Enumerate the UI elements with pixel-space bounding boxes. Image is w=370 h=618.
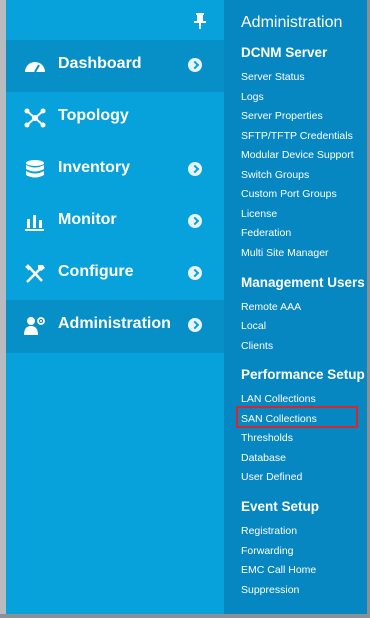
menu-item-emc-call-home[interactable]: EMC Call Home [241,564,316,576]
menu-item-server-status[interactable]: Server Status [241,71,305,83]
menu-item-thresholds[interactable]: Thresholds [241,432,293,444]
nav-item-monitor[interactable]: Monitor [6,196,224,248]
nav-header [6,0,224,40]
menu-item-suppression[interactable]: Suppression [241,584,299,596]
section-heading-management-users: Management Users [241,275,365,290]
menu-item-user-defined[interactable]: User Defined [241,471,302,483]
nav-item-label: Monitor [58,211,117,228]
menu-item-registration[interactable]: Registration [241,525,297,537]
menu-item-sftp-tftp-credentials[interactable]: SFTP/TFTP Credentials [241,130,353,142]
menu-item-local[interactable]: Local [241,320,266,332]
nav-item-label: Inventory [58,159,131,176]
administration-icon [24,317,45,335]
window-bottom-edge [0,614,370,618]
flyout-title: Administration [241,14,343,31]
nav-item-configure[interactable]: Configure [6,248,224,300]
inventory-icon [26,160,44,178]
menu-item-clients[interactable]: Clients [241,340,273,352]
chevron-right-icon [188,162,202,176]
chevron-right-icon [188,318,202,332]
highlight-box [236,406,358,428]
section-heading-dcnm-server: DCNM Server [241,45,328,60]
menu-item-switch-groups[interactable]: Switch Groups [241,169,309,181]
menu-item-license[interactable]: License [241,208,277,220]
chevron-right-icon [188,266,202,280]
pin-icon[interactable] [192,12,208,30]
app-window: Dashboard Topology Inventory Monitor Con… [0,0,370,618]
topology-icon [24,108,46,128]
menu-item-forwarding[interactable]: Forwarding [241,545,294,557]
administration-flyout: Administration DCNM Server Server Status… [224,0,367,614]
menu-item-lan-collections[interactable]: LAN Collections [241,393,316,405]
menu-item-database[interactable]: Database [241,452,286,464]
menu-item-server-properties[interactable]: Server Properties [241,110,323,122]
nav-item-label: Administration [58,315,171,332]
nav-item-administration[interactable]: Administration [6,300,224,352]
dashboard-icon [25,62,45,73]
left-navigation: Dashboard Topology Inventory Monitor Con… [6,0,224,614]
menu-item-federation[interactable]: Federation [241,227,291,239]
section-heading-performance-setup: Performance Setup [241,367,365,382]
nav-item-label: Configure [58,263,134,280]
nav-item-topology[interactable]: Topology [6,92,224,144]
nav-item-label: Topology [58,107,129,124]
menu-item-custom-port-groups[interactable]: Custom Port Groups [241,188,337,200]
monitor-icon [25,215,44,231]
chevron-right-icon [188,214,202,228]
menu-item-modular-device-support[interactable]: Modular Device Support [241,149,354,161]
configure-icon [25,264,45,283]
nav-divider [6,352,224,353]
menu-item-multi-site-manager[interactable]: Multi Site Manager [241,247,329,259]
menu-item-logs[interactable]: Logs [241,91,264,103]
section-heading-event-setup: Event Setup [241,499,320,514]
menu-item-remote-aaa[interactable]: Remote AAA [241,301,301,313]
nav-item-label: Dashboard [58,55,142,72]
chevron-right-icon [188,58,202,72]
nav-item-dashboard[interactable]: Dashboard [6,40,224,92]
nav-item-inventory[interactable]: Inventory [6,144,224,196]
